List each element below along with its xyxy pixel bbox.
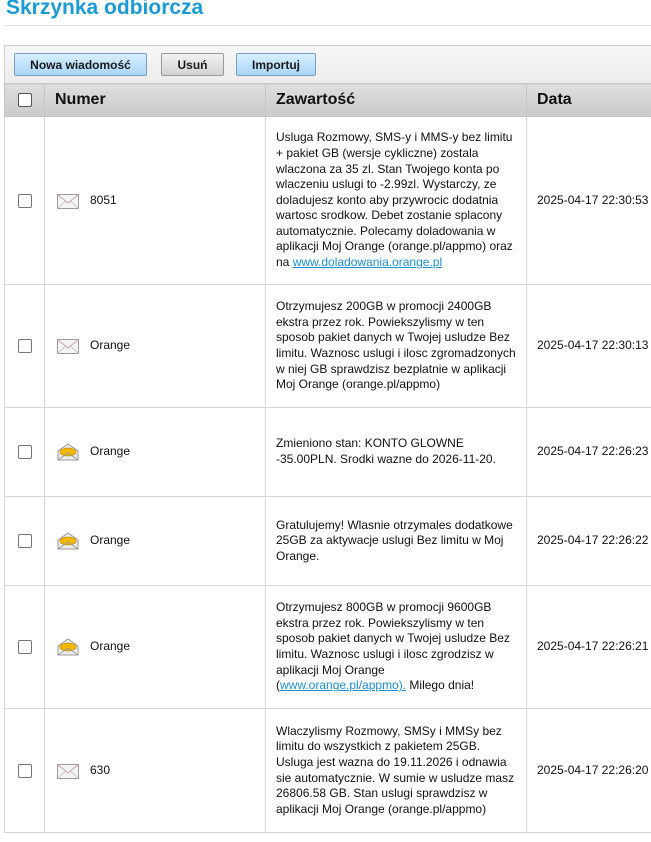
- message-date: 2025-04-17 22:30:13: [526, 284, 651, 408]
- message-text-suffix: Milego dnia!: [406, 678, 475, 693]
- envelope-closed-icon: [56, 192, 80, 210]
- message-content: Otrzymujesz 200GB w promocji 2400GB ekst…: [265, 284, 527, 408]
- table-row[interactable]: 630 Wlaczylismy Rozmowy, SMSy i MMSy bez …: [4, 708, 651, 833]
- message-content: Zmieniono stan: KONTO GLOWNE -35.00PLN. …: [265, 407, 527, 497]
- inbox-table: Numer Zawartość Data 8051 Usluga Rozmowy,…: [4, 83, 651, 833]
- table-row[interactable]: Orange Otrzymujesz 200GB w promocji 2400G…: [4, 284, 651, 408]
- envelope-closed-icon: [56, 762, 80, 780]
- toolbar: Nowa wiadomość Usuń Importuj: [4, 45, 651, 84]
- envelope-open-icon: [56, 638, 80, 656]
- table-row[interactable]: Orange Zmieniono stan: KONTO GLOWNE -35.0…: [4, 407, 651, 497]
- message-content: Wlaczylismy Rozmowy, SMSy i MMSy bez lim…: [265, 708, 527, 833]
- sender-number: Orange: [90, 444, 131, 459]
- table-row[interactable]: Orange Gratulujemy! Wlasnie otrzymales do…: [4, 496, 651, 586]
- column-header-content[interactable]: Zawartość: [265, 83, 527, 117]
- import-button[interactable]: Importuj: [236, 53, 316, 76]
- row-checkbox[interactable]: [17, 193, 32, 208]
- message-text: Gratulujemy! Wlasnie otrzymales dodatkow…: [276, 517, 513, 563]
- row-checkbox[interactable]: [17, 763, 32, 778]
- number-cell: Orange: [44, 284, 266, 408]
- message-date: 2025-04-17 22:30:53: [526, 116, 651, 285]
- new-message-button[interactable]: Nowa wiadomość: [14, 53, 147, 76]
- select-all-header: [4, 83, 45, 117]
- number-cell: Orange: [44, 496, 266, 586]
- table-row[interactable]: Orange Otrzymujesz 800GB w promocji 9600G…: [4, 585, 651, 709]
- table-header-row: Numer Zawartość Data: [4, 83, 651, 117]
- delete-button[interactable]: Usuń: [161, 53, 224, 76]
- message-text: Otrzymujesz 200GB w promocji 2400GB ekst…: [276, 299, 516, 392]
- message-date: 2025-04-17 22:26:21: [526, 585, 651, 709]
- sender-number: 8051: [90, 192, 117, 207]
- envelope-open-icon: [56, 532, 80, 550]
- message-date: 2025-04-17 22:26:20: [526, 708, 651, 833]
- message-link[interactable]: www.doladowania.orange.pl: [293, 255, 442, 269]
- sender-number: 630: [90, 762, 111, 777]
- column-header-date[interactable]: Data: [526, 83, 651, 117]
- row-checkbox[interactable]: [17, 640, 32, 655]
- message-content: Gratulujemy! Wlasnie otrzymales dodatkow…: [265, 496, 527, 586]
- row-checkbox[interactable]: [17, 339, 32, 354]
- number-cell: 630: [44, 708, 266, 833]
- row-select-cell: [4, 708, 45, 833]
- table-row[interactable]: 8051 Usluga Rozmowy, SMS-y i MMS-y bez li…: [4, 116, 651, 285]
- number-cell: Orange: [44, 585, 266, 709]
- message-text: Usluga Rozmowy, SMS-y i MMS-y bez limitu…: [276, 130, 513, 270]
- page-title: Skrzynka odbiorcza: [6, 0, 204, 19]
- envelope-closed-icon: [56, 337, 80, 355]
- message-content: Otrzymujesz 800GB w promocji 9600GB ekst…: [265, 585, 527, 709]
- message-content: Usluga Rozmowy, SMS-y i MMS-y bez limitu…: [265, 116, 527, 285]
- envelope-open-icon: [56, 443, 80, 461]
- select-all-checkbox[interactable]: [17, 92, 32, 107]
- message-text: Zmieniono stan: KONTO GLOWNE -35.00PLN. …: [276, 436, 496, 466]
- title-divider: [4, 25, 651, 26]
- message-text: Wlaczylismy Rozmowy, SMSy i MMSy bez lim…: [276, 723, 515, 816]
- number-cell: Orange: [44, 407, 266, 497]
- row-checkbox[interactable]: [17, 534, 32, 549]
- message-date: 2025-04-17 22:26:23: [526, 407, 651, 497]
- row-select-cell: [4, 284, 45, 408]
- sender-number: Orange: [90, 639, 131, 654]
- message-link[interactable]: www.orange.pl/appmo).: [280, 678, 406, 692]
- sender-number: Orange: [90, 533, 131, 548]
- column-header-number[interactable]: Numer: [44, 83, 266, 117]
- row-select-cell: [4, 116, 45, 285]
- sender-number: Orange: [90, 338, 131, 353]
- row-checkbox[interactable]: [17, 445, 32, 460]
- row-select-cell: [4, 407, 45, 497]
- row-select-cell: [4, 585, 45, 709]
- number-cell: 8051: [44, 116, 266, 285]
- row-select-cell: [4, 496, 45, 586]
- message-date: 2025-04-17 22:26:22: [526, 496, 651, 586]
